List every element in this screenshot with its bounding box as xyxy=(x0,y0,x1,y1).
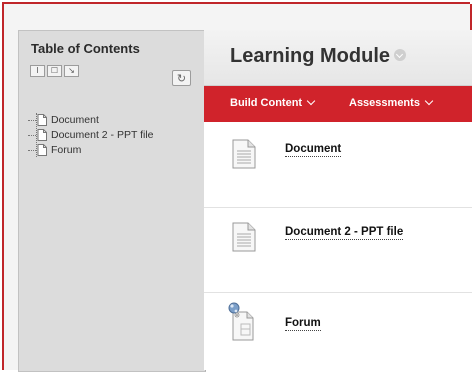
document-icon xyxy=(37,129,47,141)
toc-tool-button-2[interactable]: ☐ xyxy=(47,65,62,77)
action-bar: Build Content Assessments xyxy=(204,86,472,122)
module-header: Learning Module xyxy=(204,30,472,86)
toc-item-label: Forum xyxy=(51,144,82,156)
document-icon xyxy=(37,144,47,156)
content-item-document: Document xyxy=(204,123,472,208)
assessments-menu[interactable]: Assessments xyxy=(349,96,434,109)
toc-tool-button-3[interactable]: ↘ xyxy=(64,65,79,77)
forum-icon xyxy=(228,302,254,341)
chevron-down-icon xyxy=(306,96,316,106)
toc-item-label: Document xyxy=(51,114,99,126)
main-content: Learning Module Build Content Assessment… xyxy=(204,30,472,370)
content-item-link[interactable]: Document 2 - PPT file xyxy=(285,226,404,240)
table-of-contents-panel: Table of Contents I ☐ ↘ ↻ Document Docum… xyxy=(18,30,206,372)
chevron-down-icon xyxy=(424,96,434,106)
document-icon xyxy=(232,222,256,252)
content-item-forum: Forum xyxy=(204,293,472,377)
assessments-label: Assessments xyxy=(349,97,420,109)
toc-tool-button-1[interactable]: I xyxy=(30,65,45,77)
toc-title: Table of Contents xyxy=(31,41,140,56)
content-item-link[interactable]: Document xyxy=(285,143,342,157)
toc-item-forum[interactable]: Forum xyxy=(27,143,154,157)
toc-toolbar: I ☐ ↘ xyxy=(30,65,79,77)
chevron-down-icon[interactable] xyxy=(394,48,406,61)
content-item-document-2: Document 2 - PPT file xyxy=(204,208,472,293)
content-item-link[interactable]: Forum xyxy=(285,317,321,331)
build-content-menu[interactable]: Build Content xyxy=(230,96,316,109)
toc-item-document-2[interactable]: Document 2 - PPT file xyxy=(27,128,154,142)
page-title: Learning Module xyxy=(230,45,406,68)
document-icon xyxy=(37,114,47,126)
toc-item-document[interactable]: Document xyxy=(27,113,154,127)
refresh-icon[interactable]: ↻ xyxy=(172,70,191,86)
toc-tree: Document Document 2 - PPT file Forum xyxy=(27,113,154,158)
build-content-label: Build Content xyxy=(230,97,303,109)
document-icon xyxy=(232,139,256,169)
toc-item-label: Document 2 - PPT file xyxy=(51,129,154,141)
module-title-text: Learning Module xyxy=(230,45,390,67)
